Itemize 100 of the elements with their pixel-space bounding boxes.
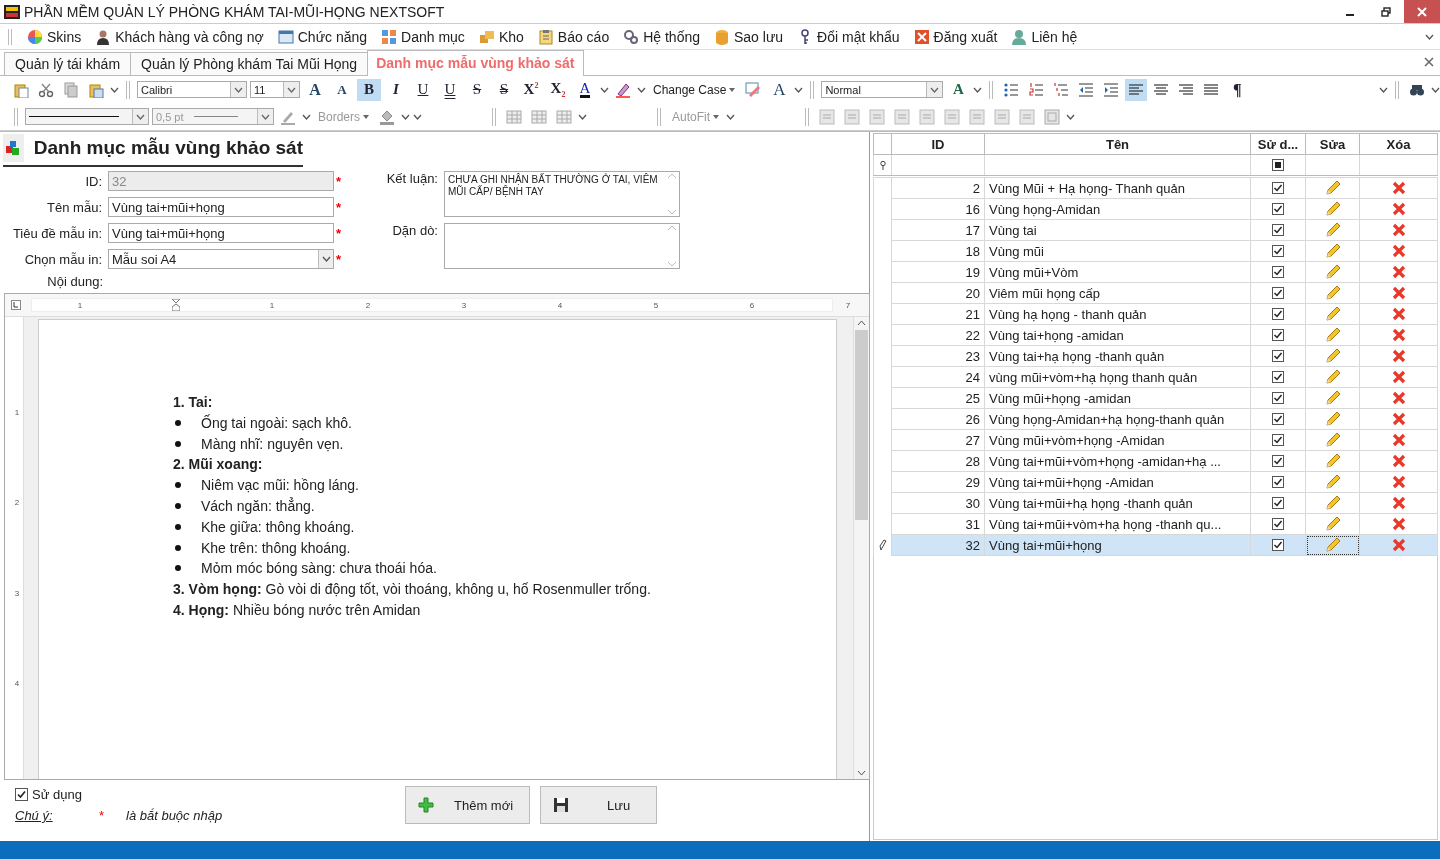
delete-icon[interactable] — [1391, 202, 1406, 216]
checkbox[interactable] — [15, 788, 28, 801]
shrink-font-button[interactable]: A — [330, 78, 354, 101]
menu-item[interactable]: Chức năng — [270, 25, 375, 48]
delete-icon[interactable] — [1391, 391, 1406, 405]
pencil-icon[interactable] — [1324, 411, 1341, 427]
underline-button[interactable]: U — [411, 78, 435, 101]
delete-icon[interactable] — [1391, 265, 1406, 279]
caret-icon[interactable] — [1431, 86, 1440, 93]
pencil-icon[interactable] — [1324, 201, 1341, 217]
caret-icon[interactable] — [1425, 33, 1434, 40]
delete-icon[interactable] — [1391, 475, 1406, 489]
pencil-icon[interactable] — [1324, 327, 1341, 343]
template-dropdown[interactable]: Mẫu soi A4 — [108, 249, 334, 269]
checkbox[interactable] — [1272, 329, 1284, 341]
menu-item[interactable]: Đổi mật khẩu — [790, 25, 907, 48]
delete-icon[interactable] — [1391, 412, 1406, 426]
delete-icon[interactable] — [1391, 307, 1406, 321]
pencil-icon[interactable] — [1324, 453, 1341, 469]
checkbox[interactable] — [1272, 518, 1284, 530]
delete-icon[interactable] — [1391, 370, 1406, 384]
column-header[interactable]: Tên — [984, 133, 1251, 155]
checkbox[interactable] — [1272, 308, 1284, 320]
scrollbar[interactable] — [853, 317, 869, 779]
save-button[interactable]: Lưu — [540, 786, 657, 824]
checkbox[interactable] — [1272, 371, 1284, 383]
caret-icon[interactable] — [302, 113, 311, 120]
dropdown-button[interactable]: Change Case — [649, 82, 740, 97]
close-icon[interactable] — [1424, 57, 1434, 67]
column-header[interactable]: Sử d... — [1250, 133, 1306, 155]
caret-icon[interactable] — [1066, 113, 1076, 120]
line-dropdown[interactable] — [25, 108, 149, 125]
caret-icon[interactable] — [600, 86, 609, 93]
delete-icon[interactable] — [1391, 538, 1406, 552]
scroll-up-icon[interactable] — [857, 320, 866, 326]
pencil-icon[interactable] — [1324, 348, 1341, 364]
pencil-icon[interactable] — [1324, 390, 1341, 406]
caret-icon[interactable] — [794, 86, 804, 93]
size-dropdown[interactable]: 11 — [250, 81, 300, 98]
pencil-icon[interactable] — [1324, 474, 1341, 490]
subscript-button[interactable]: X$_{2}$ — [546, 78, 570, 101]
scroll-thumb[interactable] — [855, 330, 868, 520]
checkbox[interactable] — [1272, 392, 1284, 404]
style-dropdown[interactable]: Normal — [821, 81, 944, 98]
menu-item[interactable]: Sao lưu — [707, 25, 791, 48]
grow-font-button[interactable]: A — [303, 78, 327, 101]
bold-button[interactable]: B — [357, 78, 381, 101]
delete-icon[interactable] — [1391, 244, 1406, 258]
pencil-icon[interactable] — [1324, 222, 1341, 238]
caret-icon[interactable] — [637, 86, 646, 93]
checkbox[interactable] — [1272, 224, 1284, 236]
menu-item[interactable]: Đăng xuất — [906, 25, 1005, 48]
italic-button[interactable]: I — [384, 78, 408, 101]
pencil-icon[interactable] — [1324, 243, 1341, 259]
menu-item[interactable]: Skins — [20, 25, 89, 48]
caret-icon[interactable] — [110, 86, 119, 93]
checkbox[interactable] — [1272, 287, 1284, 299]
delete-icon[interactable] — [1391, 328, 1406, 342]
pencil-icon[interactable] — [1324, 306, 1341, 322]
double-underline-button[interactable]: U — [438, 78, 462, 101]
column-header[interactable]: Xóa — [1359, 133, 1438, 155]
double-strike-button[interactable]: S — [492, 78, 516, 101]
delete-icon[interactable] — [1391, 223, 1406, 237]
delete-icon[interactable] — [1391, 433, 1406, 447]
delete-icon[interactable] — [1391, 286, 1406, 300]
close-button[interactable] — [1404, 0, 1440, 23]
pencil-icon[interactable] — [1324, 495, 1341, 511]
checkbox[interactable] — [1272, 497, 1284, 509]
clear-format-button[interactable]: A — [767, 78, 792, 101]
text-area[interactable]: CHƯA GHI NHẬN BẤT THƯỜNG Ở TAI, VIÊM MŨI CẤP/ BỆNH TAY — [444, 171, 680, 217]
menu-item[interactable]: Liên hệ — [1004, 25, 1085, 48]
delete-icon[interactable] — [1391, 349, 1406, 363]
pencil-icon[interactable] — [1324, 537, 1341, 553]
menu-item[interactable]: Khách hàng và công nợ — [88, 25, 271, 48]
pencil-icon[interactable] — [1324, 285, 1341, 301]
checkbox[interactable] — [1272, 413, 1284, 425]
tab[interactable]: Quản lý Phòng khám Tai Mũi Họng — [130, 52, 369, 75]
font-color-button[interactable]: A — [573, 78, 597, 101]
add-button[interactable]: Thêm mới — [405, 786, 530, 824]
pencil-icon[interactable] — [1324, 432, 1341, 448]
indent-marker-icon[interactable] — [172, 299, 180, 311]
caret-icon[interactable] — [1379, 86, 1388, 93]
menu-item[interactable]: Báo cáo — [530, 25, 617, 48]
delete-icon[interactable] — [1391, 517, 1406, 531]
checkbox[interactable] — [1272, 350, 1284, 362]
checkbox[interactable] — [1272, 245, 1284, 257]
superscript-button[interactable]: X$^{2}$ — [519, 78, 543, 101]
text-area[interactable] — [444, 223, 680, 269]
menu-item[interactable]: Kho — [471, 25, 531, 48]
tab-stop-icon[interactable] — [11, 300, 21, 310]
filter-checkbox[interactable] — [1272, 159, 1284, 171]
checkbox[interactable] — [1272, 182, 1284, 194]
tab[interactable]: Quản lý tái khám — [4, 52, 132, 75]
delete-icon[interactable] — [1391, 181, 1406, 195]
column-header[interactable]: ID — [891, 133, 985, 155]
font-dropdown[interactable]: Calibri — [137, 81, 247, 98]
input-field[interactable]: Vùng tai+mũi+họng — [108, 197, 334, 217]
strike-button[interactable]: S — [465, 78, 489, 101]
checkbox[interactable] — [1272, 203, 1284, 215]
delete-icon[interactable] — [1391, 454, 1406, 468]
